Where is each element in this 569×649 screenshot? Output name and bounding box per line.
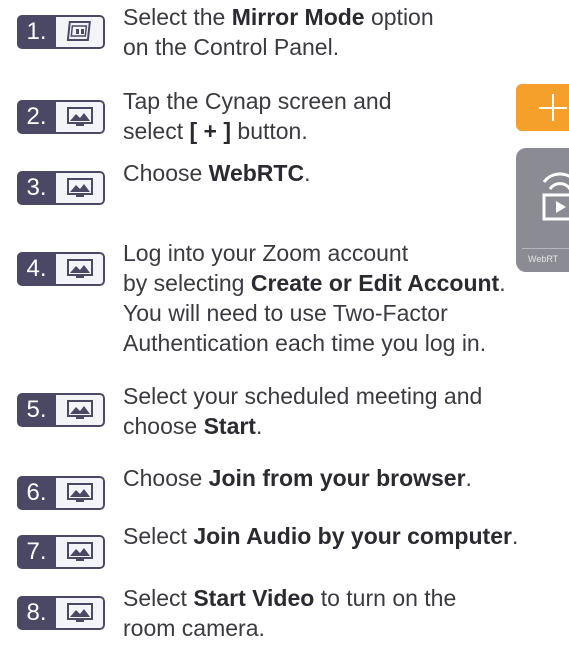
step-number: 8. xyxy=(17,596,56,630)
step-text-run: select xyxy=(123,118,190,144)
step-text-run: to turn on the xyxy=(314,585,457,611)
step-text-run: Log into your Zoom account xyxy=(123,240,409,266)
webrtc-app-tile: WebRT xyxy=(516,148,569,272)
step-number: 3. xyxy=(17,171,56,205)
step-badge: 3. xyxy=(17,171,105,205)
webrtc-label: WebRT xyxy=(528,254,559,264)
step-number: 6. xyxy=(17,476,56,510)
monitor-icon xyxy=(56,535,105,569)
step-text-run: Authentication each time you log in. xyxy=(123,330,487,356)
step-text: Select your scheduled meeting and choose … xyxy=(123,381,482,441)
step-text-bold: Join from your browser xyxy=(208,465,466,491)
step-text: Choose WebRTC. xyxy=(123,158,310,188)
step-text-bold: [ + ] xyxy=(189,118,232,144)
step-text-run: option xyxy=(364,4,434,30)
step-text: Select Start Video to turn on the room ca… xyxy=(123,583,456,643)
step-text-bold: Create or Edit Account xyxy=(250,270,500,296)
step-number: 7. xyxy=(17,535,56,569)
plus-button-tile xyxy=(516,84,569,131)
step-badge: 6. xyxy=(17,476,105,510)
step-text-run: Select the xyxy=(123,4,232,30)
step-text: Select Join Audio by your computer. xyxy=(123,521,518,551)
step-text-run: Select your scheduled meeting and xyxy=(123,383,483,409)
cast-play-icon xyxy=(542,172,569,221)
plus-icon-bar xyxy=(539,107,567,109)
step-text-bold: Join Audio by your computer xyxy=(193,523,512,549)
step-text: Select the Mirror Mode option on the Cont… xyxy=(123,2,434,62)
step-text-run: Select xyxy=(123,585,194,611)
step-text-bold: Start Video xyxy=(193,585,315,611)
step-text-run: . xyxy=(304,160,311,186)
monitor-icon xyxy=(56,393,105,427)
step-text-run: . xyxy=(255,413,263,439)
step-badge: 7. xyxy=(17,535,105,569)
step-badge: 2. xyxy=(17,100,105,134)
step-text: Log into your Zoom account by selecting C… xyxy=(123,238,506,358)
step-text-run: Tap the Cynap screen and xyxy=(123,88,392,114)
step-text-run: room camera. xyxy=(123,615,265,641)
step-badge: 4. xyxy=(17,252,105,286)
step-badge: 8. xyxy=(17,596,105,630)
step-text-run: by selecting xyxy=(123,270,251,296)
step-text: Choose Join from your browser. xyxy=(123,463,472,493)
step-text-run: . xyxy=(465,465,472,491)
step-badge: 1. xyxy=(17,15,105,49)
step-badge: 5. xyxy=(17,393,105,427)
step-text-run: Choose xyxy=(123,465,209,491)
monitor-icon xyxy=(56,171,105,205)
step-number: 1. xyxy=(17,15,56,49)
step-text: Tap the Cynap screen and select [ + ] but… xyxy=(123,86,392,146)
step-text-bold: Mirror Mode xyxy=(231,4,365,30)
step-text-run: . xyxy=(511,523,519,549)
step-text-run: Choose xyxy=(123,160,209,186)
step-text-run: You will need to use Two-Factor xyxy=(123,300,448,326)
step-text-bold: WebRTC xyxy=(208,160,305,186)
monitor-icon xyxy=(56,596,105,630)
monitor-icon xyxy=(56,252,105,286)
step-text-run: . xyxy=(499,270,506,296)
monitor-icon xyxy=(56,100,105,134)
tile-divider xyxy=(522,248,569,249)
step-text-bold: Start xyxy=(203,413,256,439)
step-text-run: on the Control Panel. xyxy=(123,34,340,60)
step-number: 5. xyxy=(17,393,56,427)
step-text-run: Select xyxy=(123,523,194,549)
step-number: 4. xyxy=(17,252,56,286)
control-panel-icon xyxy=(56,15,105,49)
monitor-icon xyxy=(56,476,105,510)
step-text-run: button. xyxy=(231,118,308,144)
step-text-run: choose xyxy=(123,413,204,439)
step-number: 2. xyxy=(17,100,56,134)
